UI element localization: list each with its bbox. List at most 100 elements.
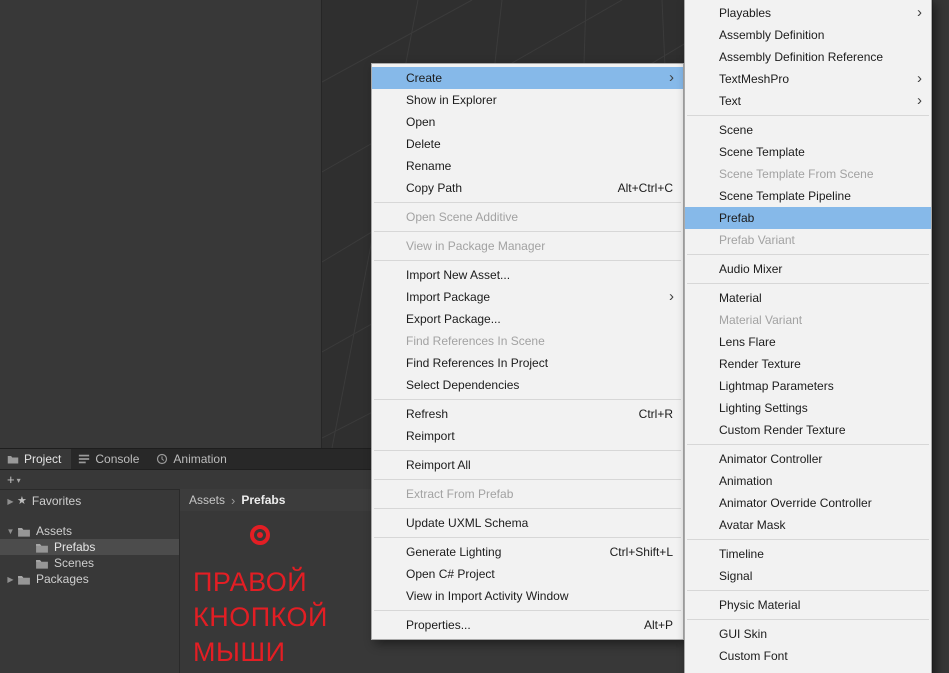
menu-item-playables[interactable]: Playables ›	[685, 2, 931, 24]
menu-item-rename[interactable]: Rename	[372, 155, 683, 177]
menu-item-material-variant: Material Variant	[685, 309, 931, 331]
menu-item-find-references-in-project[interactable]: Find References In Project	[372, 352, 683, 374]
menu-separator	[687, 444, 929, 445]
menu-item-lightmap-parameters[interactable]: Lightmap Parameters	[685, 375, 931, 397]
menu-item-label: Export Package...	[406, 312, 501, 326]
menu-item-custom-render-texture[interactable]: Custom Render Texture	[685, 419, 931, 441]
menu-item-generate-lighting[interactable]: Generate Lighting Ctrl+Shift+L	[372, 541, 683, 563]
menu-item-label: Scene Template	[719, 145, 805, 159]
menu-item-render-texture[interactable]: Render Texture	[685, 353, 931, 375]
unity-editor: Project Console Animation + ▾ ▶ ★ Favori…	[0, 0, 949, 673]
menu-item-open[interactable]: Open	[372, 111, 683, 133]
tree-item-scenes[interactable]: Scenes	[0, 555, 179, 571]
menu-item-scene[interactable]: Scene	[685, 119, 931, 141]
tab-console[interactable]: Console	[71, 449, 149, 469]
submenu-arrow-icon: ›	[917, 70, 922, 87]
menu-item-export-package[interactable]: Export Package...	[372, 308, 683, 330]
menu-item-label: Lightmap Parameters	[719, 379, 834, 393]
context-menu: Create › Show in Explorer Open Delete Rename C…	[371, 63, 684, 640]
create-asset-button[interactable]: + ▾	[7, 473, 21, 486]
menu-separator	[374, 399, 681, 400]
tree-item-packages[interactable]: ▶ Packages	[0, 571, 179, 587]
menu-item-avatar-mask[interactable]: Avatar Mask	[685, 514, 931, 536]
menu-item-label: Material Variant	[719, 313, 803, 327]
menu-item-import-new-asset[interactable]: Import New Asset...	[372, 264, 683, 286]
breadcrumb-prefabs[interactable]: Prefabs	[241, 493, 285, 507]
folder-icon	[36, 559, 48, 569]
foldout-right-icon[interactable]: ▶	[4, 575, 17, 584]
menu-item-material[interactable]: Material	[685, 287, 931, 309]
menu-separator	[374, 508, 681, 509]
menu-item-shortcut: Ctrl+R	[638, 407, 673, 421]
menu-item-label: Find References In Scene	[406, 334, 545, 348]
folder-icon	[36, 543, 48, 553]
menu-item-lens-flare[interactable]: Lens Flare	[685, 331, 931, 353]
menu-separator	[374, 260, 681, 261]
tab-animation[interactable]: Animation	[149, 449, 236, 469]
animation-tab-icon	[157, 453, 168, 465]
menu-item-view-in-import-activity-window[interactable]: View in Import Activity Window	[372, 585, 683, 607]
menu-item-custom-font[interactable]: Custom Font	[685, 645, 931, 667]
menu-separator	[374, 537, 681, 538]
menu-item-refresh[interactable]: Refresh Ctrl+R	[372, 403, 683, 425]
menu-item-find-references-in-scene: Find References In Scene	[372, 330, 683, 352]
menu-item-label: View in Package Manager	[406, 239, 546, 253]
menu-item-scene-template-pipeline[interactable]: Scene Template Pipeline	[685, 185, 931, 207]
menu-item-assembly-definition-reference[interactable]: Assembly Definition Reference	[685, 46, 931, 68]
menu-item-create[interactable]: Create ›	[372, 67, 683, 89]
create-submenu: Playables › Assembly Definition Assembly De…	[684, 0, 932, 673]
menu-item-animation[interactable]: Animation	[685, 470, 931, 492]
menu-separator	[687, 619, 929, 620]
menu-item-lighting-settings[interactable]: Lighting Settings	[685, 397, 931, 419]
tree-item-label: Prefabs	[54, 540, 96, 554]
menu-item-assembly-definition[interactable]: Assembly Definition	[685, 24, 931, 46]
menu-item-textmeshpro[interactable]: TextMeshPro ›	[685, 68, 931, 90]
menu-separator	[374, 450, 681, 451]
menu-item-prefab[interactable]: Prefab	[685, 207, 931, 229]
tab-project[interactable]: Project	[0, 449, 72, 469]
breadcrumb-assets[interactable]: Assets	[189, 493, 225, 507]
tree-item-assets[interactable]: ▼ Assets	[0, 523, 179, 539]
menu-item-physic-material[interactable]: Physic Material	[685, 594, 931, 616]
menu-item-label: Animation	[719, 474, 773, 488]
menu-item-label: Avatar Mask	[719, 518, 786, 532]
project-tab-icon	[7, 456, 19, 464]
menu-separator	[687, 115, 929, 116]
tree-item-prefabs[interactable]: Prefabs	[0, 539, 179, 555]
menu-item-label: Playables	[719, 6, 772, 20]
menu-item-audio-mixer[interactable]: Audio Mixer	[685, 258, 931, 280]
menu-item-open-scene-additive: Open Scene Additive	[372, 206, 683, 228]
menu-item-label: Extract From Prefab	[406, 487, 514, 501]
menu-item-update-uxml-schema[interactable]: Update UXML Schema	[372, 512, 683, 534]
menu-item-timeline[interactable]: Timeline	[685, 543, 931, 565]
menu-item-label: Properties...	[406, 618, 471, 632]
record-circle-icon	[250, 525, 270, 545]
menu-item-show-in-explorer[interactable]: Show in Explorer	[372, 89, 683, 111]
annotation-line: КНОПКОЙ	[193, 602, 328, 632]
menu-item-import-package[interactable]: Import Package ›	[372, 286, 683, 308]
menu-item-animator-override-controller[interactable]: Animator Override Controller	[685, 492, 931, 514]
folder-icon	[18, 575, 30, 585]
dropdown-caret-icon: ▾	[16, 475, 21, 485]
menu-item-open-c-project[interactable]: Open C# Project	[372, 563, 683, 585]
menu-separator	[374, 231, 681, 232]
menu-item-animator-controller[interactable]: Animator Controller	[685, 448, 931, 470]
tree-item-favorites[interactable]: ▶ ★ Favorites	[0, 493, 179, 509]
menu-separator	[374, 610, 681, 611]
menu-item-delete[interactable]: Delete	[372, 133, 683, 155]
menu-item-properties[interactable]: Properties... Alt+P	[372, 614, 683, 636]
foldout-right-icon[interactable]: ▶	[4, 497, 17, 506]
menu-item-label: Select Dependencies	[406, 378, 520, 392]
menu-item-text[interactable]: Text ›	[685, 90, 931, 112]
menu-item-select-dependencies[interactable]: Select Dependencies	[372, 374, 683, 396]
menu-item-copy-path[interactable]: Copy Path Alt+Ctrl+C	[372, 177, 683, 199]
menu-item-reimport[interactable]: Reimport	[372, 425, 683, 447]
menu-item-prefab-variant: Prefab Variant	[685, 229, 931, 251]
foldout-down-icon[interactable]: ▼	[4, 527, 17, 536]
menu-item-scene-template[interactable]: Scene Template	[685, 141, 931, 163]
menu-item-label: Timeline	[719, 547, 764, 561]
menu-separator	[374, 479, 681, 480]
menu-item-signal[interactable]: Signal	[685, 565, 931, 587]
menu-item-gui-skin[interactable]: GUI Skin	[685, 623, 931, 645]
menu-item-reimport-all[interactable]: Reimport All	[372, 454, 683, 476]
